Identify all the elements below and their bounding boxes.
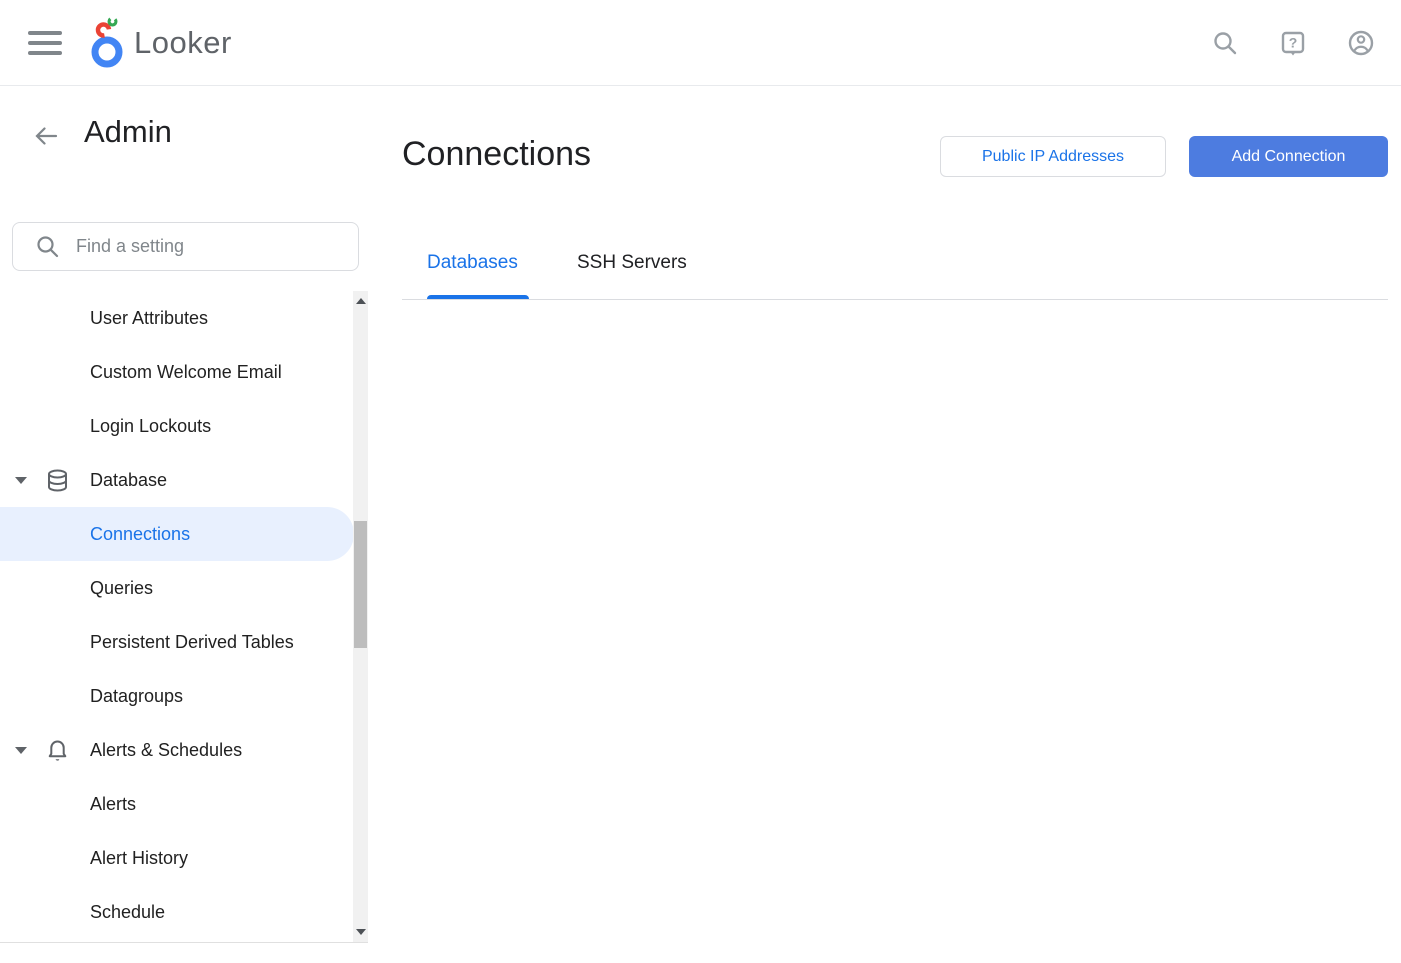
tabs-divider <box>402 299 1388 300</box>
sidebar-item-user-attributes[interactable]: User Attributes <box>0 291 354 345</box>
scroll-down-icon[interactable] <box>353 924 368 940</box>
menu-icon[interactable] <box>28 26 62 60</box>
sidebar-group-alerts-schedules[interactable]: Alerts & Schedules <box>0 723 354 777</box>
settings-search-box[interactable] <box>12 222 359 271</box>
sidebar-item-connections[interactable]: Connections <box>0 507 354 561</box>
sidebar-item-datagroups[interactable]: Datagroups <box>0 669 354 723</box>
search-icon[interactable] <box>1211 29 1239 57</box>
search-icon <box>35 234 60 259</box>
top-app-bar: Looker ? <box>0 0 1401 86</box>
account-icon[interactable] <box>1347 29 1375 57</box>
bell-icon <box>45 738 70 763</box>
tab-ssh-servers[interactable]: SSH Servers <box>577 252 687 274</box>
sidebar-item-persistent-derived-tables[interactable]: Persistent Derived Tables <box>0 615 354 669</box>
scroll-up-icon[interactable] <box>353 293 368 309</box>
sidebar-group-database[interactable]: Database <box>0 453 354 507</box>
sidebar-item-schedule[interactable]: Schedule <box>0 885 354 939</box>
public-ip-addresses-button[interactable]: Public IP Addresses <box>940 136 1166 177</box>
sidebar-item-alerts[interactable]: Alerts <box>0 777 354 831</box>
add-connection-button[interactable]: Add Connection <box>1189 136 1388 177</box>
sidebar-scrollbar[interactable] <box>353 291 368 942</box>
sidebar-item-queries[interactable]: Queries <box>0 561 354 615</box>
back-arrow-icon[interactable] <box>32 122 60 150</box>
brand-name: Looker <box>134 25 232 61</box>
sidebar-item-alert-history[interactable]: Alert History <box>0 831 354 885</box>
admin-settings-nav: User Attributes Custom Welcome Email Log… <box>0 291 368 939</box>
sidebar-bottom-divider <box>0 942 368 943</box>
looker-logo-icon <box>86 17 128 69</box>
sidebar-item-custom-welcome-email[interactable]: Custom Welcome Email <box>0 345 354 399</box>
connections-tabs: Databases SSH Servers <box>402 240 1388 300</box>
looker-logo[interactable]: Looker <box>86 12 232 74</box>
tab-databases[interactable]: Databases <box>427 252 518 274</box>
admin-page-title: Admin <box>84 114 172 150</box>
scrollbar-thumb[interactable] <box>354 521 367 648</box>
svg-text:?: ? <box>1289 35 1298 51</box>
page-title: Connections <box>402 135 591 174</box>
settings-search-input[interactable] <box>76 236 358 257</box>
caret-down-icon[interactable] <box>15 477 27 484</box>
sidebar-item-login-lockouts[interactable]: Login Lockouts <box>0 399 354 453</box>
caret-down-icon[interactable] <box>15 747 27 754</box>
database-icon <box>45 468 70 493</box>
help-icon[interactable]: ? <box>1279 29 1307 57</box>
